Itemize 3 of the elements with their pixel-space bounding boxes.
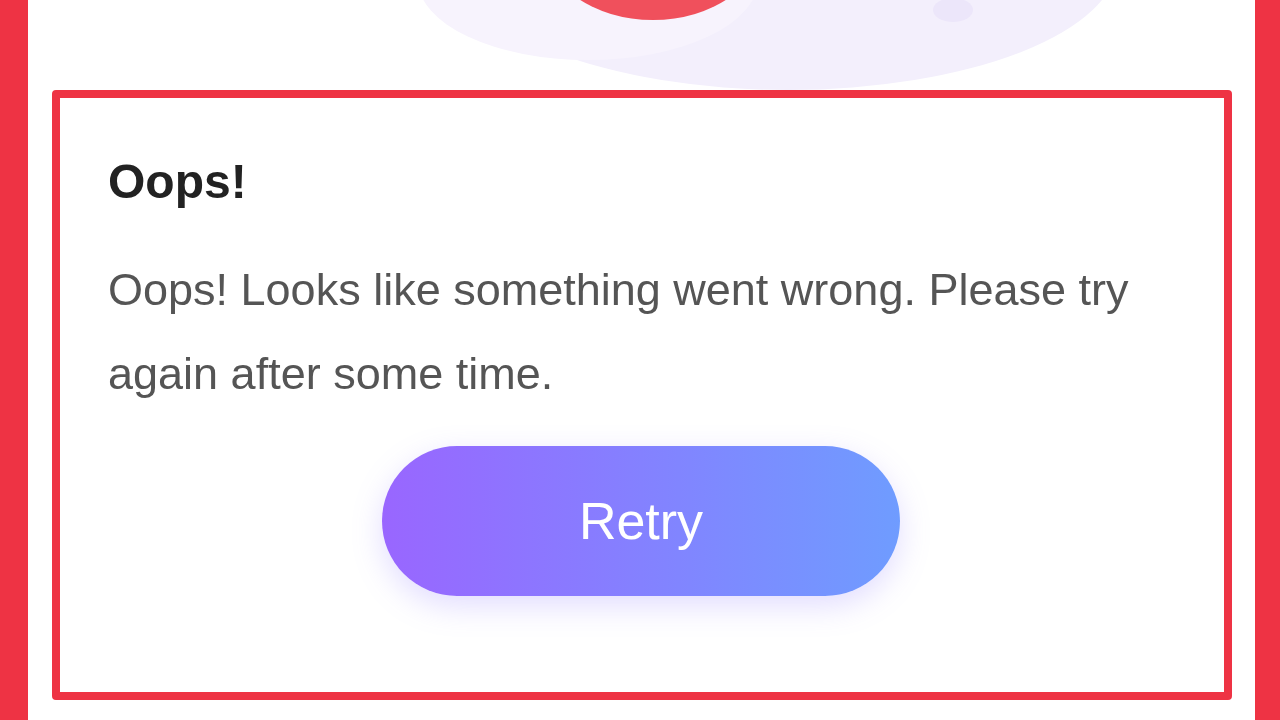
dialog-title: Oops! (108, 154, 248, 210)
error-message: Oops! Looks like something went wrong. Please try again after some time. (108, 263, 1130, 401)
retry-button[interactable]: Retry (382, 446, 900, 596)
